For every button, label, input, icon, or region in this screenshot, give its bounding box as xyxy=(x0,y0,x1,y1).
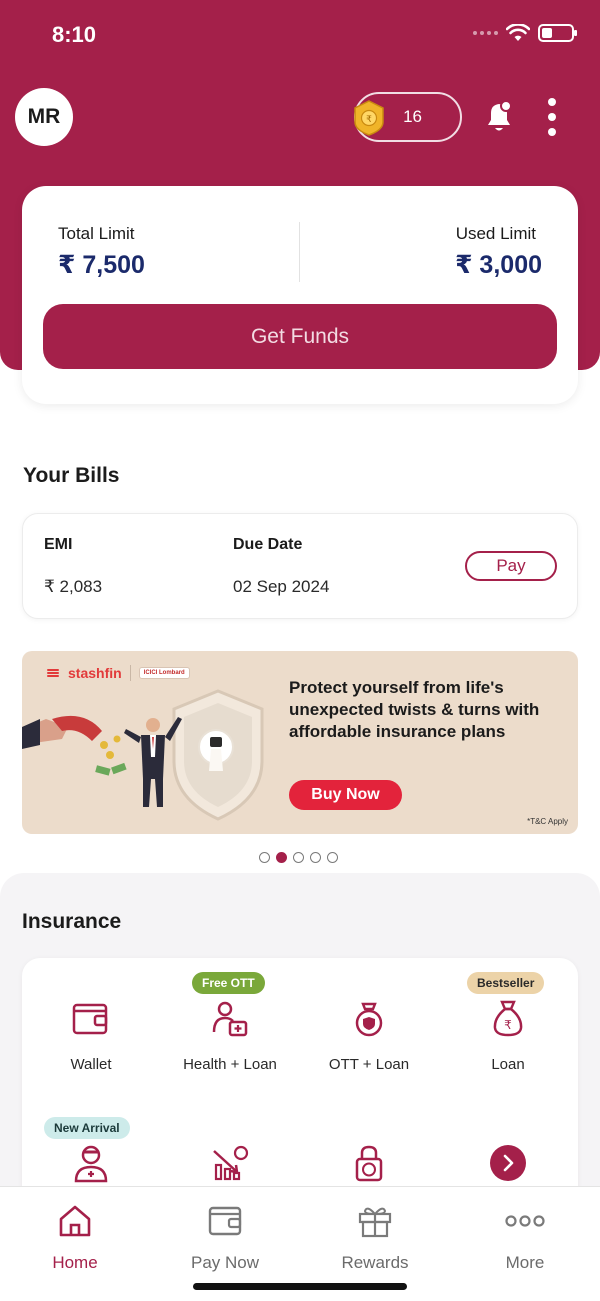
coins-pill[interactable]: ₹ 16 xyxy=(354,92,462,142)
nav-label: Home xyxy=(52,1253,98,1272)
lock-rupee-icon xyxy=(355,1145,383,1182)
svg-text:₹: ₹ xyxy=(504,1018,512,1032)
chevron-right-icon[interactable] xyxy=(489,1144,527,1182)
market-down-icon xyxy=(213,1145,249,1181)
bill-card: EMI ₹ 2,083 Due Date 02 Sep 2024 Pay xyxy=(22,513,578,619)
terms-note: *T&C Apply xyxy=(527,817,568,826)
gift-icon xyxy=(358,1207,392,1238)
due-date-value: 02 Sep 2024 xyxy=(233,577,330,596)
bestseller-badge: Bestseller xyxy=(467,972,545,994)
stashfin-logo-icon xyxy=(47,669,59,677)
due-date-label: Due Date xyxy=(233,536,303,553)
banner-headline: Protect yourself from life's unexpected … xyxy=(289,678,540,741)
tile-health-loan[interactable]: Health + Loan xyxy=(161,998,299,1073)
svg-text:₹: ₹ xyxy=(366,115,372,125)
avatar[interactable]: MR xyxy=(15,88,73,146)
insurance-illustration xyxy=(22,689,264,821)
wallet-outline-icon xyxy=(208,1206,242,1236)
ott-loan-icon xyxy=(355,1002,383,1037)
battery-icon xyxy=(538,24,577,42)
limit-card: Total Limit ₹ 7,500 Used Limit ₹ 3,000 G… xyxy=(22,186,578,404)
free-ott-badge: Free OTT xyxy=(192,972,265,994)
carousel-dot[interactable] xyxy=(310,852,321,863)
partner-logo: ICICI Lombard xyxy=(138,667,190,679)
notification-bell-icon[interactable] xyxy=(482,98,516,134)
nav-label: More xyxy=(505,1253,545,1272)
total-limit-label: Total Limit xyxy=(58,224,135,243)
tile-label: Health + Loan xyxy=(183,1056,277,1073)
insurance-promo-banner[interactable]: stashfin ICICI Lombard Protect yourself … xyxy=(22,651,578,834)
limit-divider xyxy=(299,222,300,282)
nav-label: Pay Now xyxy=(190,1253,260,1272)
status-bar: 8:10 xyxy=(0,0,600,70)
get-funds-button[interactable]: Get Funds xyxy=(43,304,557,369)
more-options-icon[interactable] xyxy=(548,98,556,136)
more-dots-icon xyxy=(505,1215,545,1227)
nav-more[interactable]: More xyxy=(465,1203,585,1273)
home-icon xyxy=(59,1205,91,1237)
nav-home[interactable]: Home xyxy=(15,1203,135,1273)
bills-section-title: Your Bills xyxy=(23,464,120,487)
tile-label: OTT + Loan xyxy=(328,1056,410,1073)
carousel-dot-active[interactable] xyxy=(276,852,287,863)
emi-value: ₹ 2,083 xyxy=(44,577,103,596)
new-arrival-badge: New Arrival xyxy=(44,1117,130,1139)
signal-icon xyxy=(473,31,498,35)
status-icons xyxy=(473,24,577,42)
pay-button[interactable]: Pay xyxy=(465,551,557,581)
tile-label: Wallet xyxy=(70,1056,112,1073)
insurance-grid: Wallet Free OTT Health + Loan OTT + Loan… xyxy=(22,958,578,1218)
health-loan-icon xyxy=(212,1001,248,1037)
nav-pay-now[interactable]: Pay Now xyxy=(165,1203,285,1273)
used-limit-value: ₹ 3,000 xyxy=(455,251,542,279)
coin-count: 16 xyxy=(403,107,422,126)
used-limit-label: Used Limit xyxy=(455,224,536,243)
carousel-dots[interactable] xyxy=(259,852,338,863)
buy-now-button[interactable]: Buy Now xyxy=(289,780,402,810)
carousel-dot[interactable] xyxy=(327,852,338,863)
tile-ott-loan[interactable]: OTT + Loan xyxy=(300,998,438,1073)
status-time: 8:10 xyxy=(52,22,97,47)
total-limit-value: ₹ 7,500 xyxy=(58,251,145,279)
wifi-icon xyxy=(506,24,530,41)
nav-label: Rewards xyxy=(341,1253,409,1272)
carousel-dot[interactable] xyxy=(259,852,270,863)
doctor-icon xyxy=(74,1145,108,1183)
tile-loan[interactable]: ₹ Loan xyxy=(439,998,577,1073)
tile-label: Loan xyxy=(491,1056,525,1073)
money-bag-icon: ₹ xyxy=(493,1000,523,1037)
wallet-icon xyxy=(72,1003,108,1035)
carousel-dot[interactable] xyxy=(293,852,304,863)
coin-badge-icon: ₹ xyxy=(354,100,384,136)
tile-wallet[interactable]: Wallet xyxy=(22,998,160,1073)
insurance-section-title: Insurance xyxy=(22,910,122,933)
nav-rewards[interactable]: Rewards xyxy=(315,1203,435,1273)
home-indicator xyxy=(193,1283,407,1290)
emi-label: EMI xyxy=(44,536,73,553)
